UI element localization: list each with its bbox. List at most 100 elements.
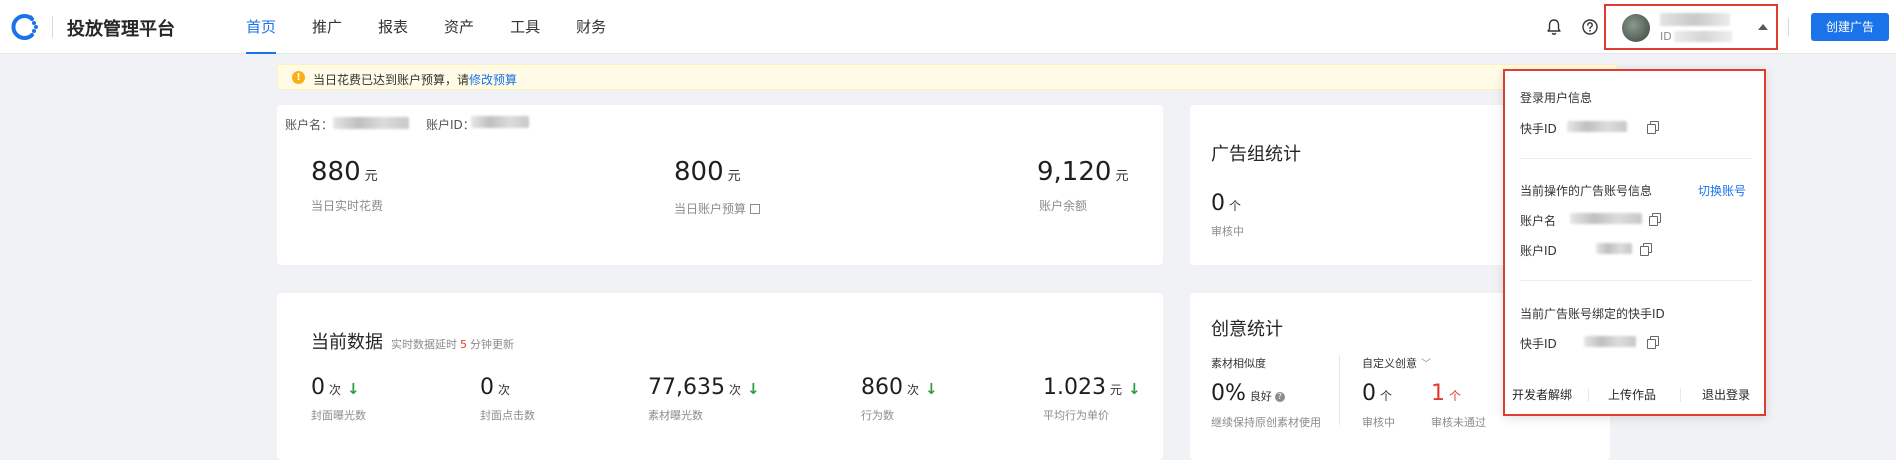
account-name-label: 账户名： <box>285 118 334 132</box>
balance-unit: 元 <box>1115 169 1129 184</box>
refresh-hint: 实时数据延时 5 分钟更新 <box>391 338 514 351</box>
current-account-title: 当前操作的广告账号信息 <box>1520 184 1653 198</box>
user-menu-trigger[interactable]: ID <box>1604 4 1778 50</box>
caret-up-icon[interactable] <box>1758 24 1768 30</box>
actions-value: 860 次 ↓ <box>861 375 938 400</box>
dropdown-divider <box>1520 158 1752 159</box>
current-data-card: 当前数据 实时数据延时 5 分钟更新 0 次 ↓ 封面曝光数 0次 封面点击数 77,63… <box>277 293 1163 460</box>
custom-creative-filter[interactable]: 自定义创意 ﹀ <box>1362 355 1431 371</box>
daily-budget-label: 当日账户预算 <box>674 202 747 216</box>
trend-down-icon: ↓ <box>747 380 760 398</box>
help-circle-icon[interactable] <box>1581 18 1599 36</box>
custom-reviewing-label: 审核中 <box>1362 416 1395 429</box>
top-navigation-bar: 投放管理平台 首页 推广 报表 资产 工具 财务 ID 创建广告 <box>0 0 1896 54</box>
create-ad-button[interactable]: 创建广告 <box>1811 13 1889 41</box>
creative-stats-title: 创意统计 <box>1211 319 1283 340</box>
cover-clicks-number: 0 <box>480 375 494 400</box>
info-icon[interactable]: ? <box>1274 392 1285 402</box>
developer-unbind-button[interactable]: 开发者解绑 <box>1512 386 1572 403</box>
cover-clicks-label: 封面点击数 <box>480 409 535 422</box>
similarity-rating: 良好 <box>1249 390 1272 403</box>
modify-budget-link[interactable]: 修改预算 <box>469 73 517 87</box>
daily-budget-number: 800 <box>674 157 724 187</box>
nav-item-home[interactable]: 首页 <box>246 0 277 54</box>
cover-clicks-unit: 次 <box>498 383 511 397</box>
notice-message: 当日花费已达到账户预算，请 <box>313 73 470 87</box>
material-impressions-label: 素材曝光数 <box>648 409 703 422</box>
dropdown-footer: 开发者解绑 上传作品 退出登录 <box>1505 377 1764 413</box>
login-kuaishou-id-redacted <box>1567 121 1627 132</box>
nav-item-promotion[interactable]: 推广 <box>312 0 342 54</box>
budget-notice-banner: ! 当日花费已达到账户预算，请修改预算 <box>277 64 1617 90</box>
footer-divider <box>1680 388 1681 402</box>
refresh-hint-prefix: 实时数据延时 <box>391 338 457 351</box>
today-spend-number: 880 <box>311 157 361 187</box>
account-id-label: 账户ID <box>1520 244 1557 258</box>
copy-icon[interactable] <box>1647 336 1659 349</box>
edit-icon[interactable] <box>750 204 761 214</box>
balance-label: 账户余额 <box>1039 199 1088 213</box>
bound-kuaishou-id-label: 快手ID <box>1520 337 1557 351</box>
ad-group-reviewing-unit: 个 <box>1229 199 1242 213</box>
custom-reviewing-number: 0 <box>1362 381 1376 406</box>
material-impressions-number: 77,635 <box>648 375 725 400</box>
today-spend-label: 当日实时花费 <box>311 199 384 213</box>
platform-title: 投放管理平台 <box>67 19 175 40</box>
custom-rejected-label: 审核未通过 <box>1431 416 1486 429</box>
daily-budget-label-row: 当日账户预算 <box>674 200 761 217</box>
dropdown-account-id-redacted <box>1596 243 1632 254</box>
nav-item-tools[interactable]: 工具 <box>510 0 540 54</box>
custom-rejected-number: 1 <box>1431 381 1445 406</box>
logo-divider <box>52 16 53 38</box>
similarity-value: 0% <box>1211 381 1246 406</box>
dropdown-account-name-redacted <box>1570 213 1642 224</box>
copy-icon[interactable] <box>1649 213 1661 226</box>
account-overview-card: 账户名： 账户ID： 880 元 当日实时花费 800 元 当日账户预算 9,120… <box>277 105 1163 265</box>
warning-icon: ! <box>292 71 305 84</box>
logout-button[interactable]: 退出登录 <box>1702 386 1750 403</box>
bound-kuaishou-title: 当前广告账号绑定的快手ID <box>1520 307 1665 321</box>
current-data-title: 当前数据 <box>311 332 383 353</box>
material-impressions-unit: 次 <box>728 383 741 397</box>
refresh-hint-minutes: 5 <box>460 338 467 351</box>
balance-value: 9,120 元 <box>1037 157 1128 187</box>
login-kuaishou-id-label: 快手ID <box>1520 122 1557 136</box>
daily-budget-value: 800 元 <box>674 157 741 187</box>
nav-item-finance[interactable]: 财务 <box>576 0 606 54</box>
kuaishou-logo-icon[interactable] <box>10 12 40 42</box>
notice-text: 当日花费已达到账户预算，请修改预算 <box>313 71 517 88</box>
refresh-hint-suffix: 分钟更新 <box>470 338 514 351</box>
avatar[interactable] <box>1622 14 1650 42</box>
cover-impressions-unit: 次 <box>329 383 342 397</box>
similarity-note: 继续保持原创素材使用 <box>1211 416 1321 429</box>
main-nav: 首页 推广 报表 资产 工具 财务 <box>246 0 642 54</box>
nav-item-assets[interactable]: 资产 <box>444 0 474 54</box>
copy-icon[interactable] <box>1647 121 1659 134</box>
switch-account-link[interactable]: 切换账号 <box>1698 182 1746 199</box>
ad-group-reviewing-number: 0 <box>1211 191 1225 216</box>
chevron-down-icon[interactable]: ﹀ <box>1421 359 1431 370</box>
copy-icon[interactable] <box>1640 243 1652 256</box>
material-impressions-value: 77,635 次 ↓ <box>648 375 760 400</box>
similarity-value-row: 0% 良好? <box>1211 381 1285 406</box>
upload-work-button[interactable]: 上传作品 <box>1608 386 1656 403</box>
current-data-header: 当前数据 实时数据延时 5 分钟更新 <box>311 328 514 354</box>
custom-rejected-unit: 个 <box>1449 389 1462 403</box>
dropdown-divider <box>1520 280 1752 281</box>
cover-impressions-number: 0 <box>311 375 325 400</box>
trend-down-icon: ↓ <box>925 380 938 398</box>
balance-number: 9,120 <box>1037 157 1112 187</box>
custom-rejected-value: 1个 <box>1431 381 1461 406</box>
creative-column-divider <box>1339 355 1340 425</box>
login-user-info-title: 登录用户信息 <box>1520 91 1593 105</box>
cover-impressions-label: 封面曝光数 <box>311 409 366 422</box>
account-id-label: 账户ID： <box>426 118 475 132</box>
custom-creative-header: 自定义创意 <box>1362 357 1417 370</box>
nav-item-reports[interactable]: 报表 <box>378 0 408 54</box>
trend-down-icon: ↓ <box>347 380 360 398</box>
user-name-redacted <box>1660 13 1730 26</box>
bound-kuaishou-id-redacted <box>1584 336 1636 347</box>
daily-budget-unit: 元 <box>727 169 741 184</box>
bell-icon[interactable] <box>1545 18 1563 36</box>
trend-down-icon: ↓ <box>1128 380 1141 398</box>
